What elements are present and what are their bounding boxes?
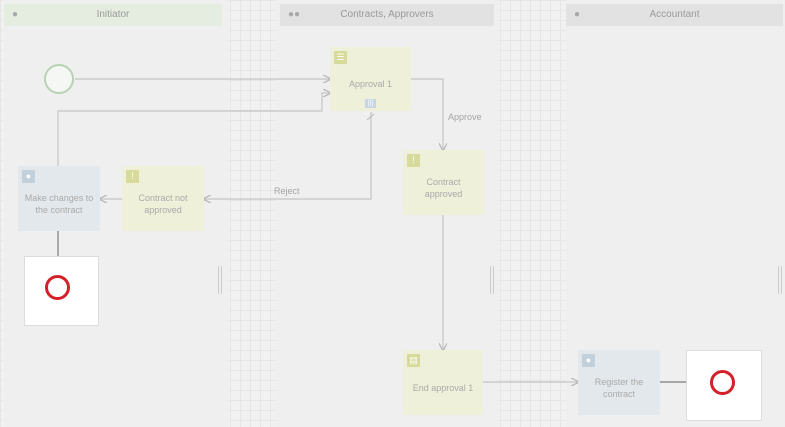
- end-event-container[interactable]: [24, 256, 99, 326]
- flow-changes-to-approval: [57, 93, 330, 166]
- user-task-icon: ●: [22, 170, 35, 183]
- approval-task-icon: ☰: [334, 51, 347, 64]
- flow-approval-to-approved: [411, 78, 443, 150]
- task-contract-approved[interactable]: ! Contract approved: [403, 150, 484, 215]
- start-event[interactable]: [44, 64, 74, 94]
- end-approval-task-icon: ▤: [407, 354, 420, 367]
- task-register-contract[interactable]: ● Register the contract: [578, 350, 660, 415]
- end-event[interactable]: [710, 370, 735, 395]
- task-contract-not-approved[interactable]: ! Contract not approved: [122, 166, 204, 231]
- task-label: Contract not approved: [138, 192, 188, 215]
- task-end-approval-1[interactable]: ▤ End approval 1: [403, 350, 483, 415]
- notification-task-icon: !: [126, 170, 139, 183]
- user-task-icon: ●: [582, 354, 595, 367]
- task-label: End approval 1: [412, 382, 474, 393]
- task-label: Contract approved: [424, 176, 463, 199]
- end-event-container[interactable]: [686, 350, 762, 421]
- task-approval-1[interactable]: ☰ Approval 1 |||: [330, 47, 411, 111]
- multi-instance-icon: |||: [365, 99, 376, 108]
- task-label: Make changes to the contract: [24, 192, 94, 215]
- notification-task-icon: !: [407, 154, 420, 167]
- flow-label-approve: Approve: [448, 112, 482, 122]
- task-make-changes[interactable]: ● Make changes to the contract: [18, 166, 100, 231]
- end-event[interactable]: [45, 275, 70, 300]
- process-canvas[interactable]: ● Initiator ●● Contracts, Approvers ● Ac…: [0, 0, 785, 427]
- flow-label-reject: Reject: [274, 186, 300, 196]
- task-label: Approval 1: [348, 79, 393, 89]
- task-label: Register the contract: [594, 376, 644, 399]
